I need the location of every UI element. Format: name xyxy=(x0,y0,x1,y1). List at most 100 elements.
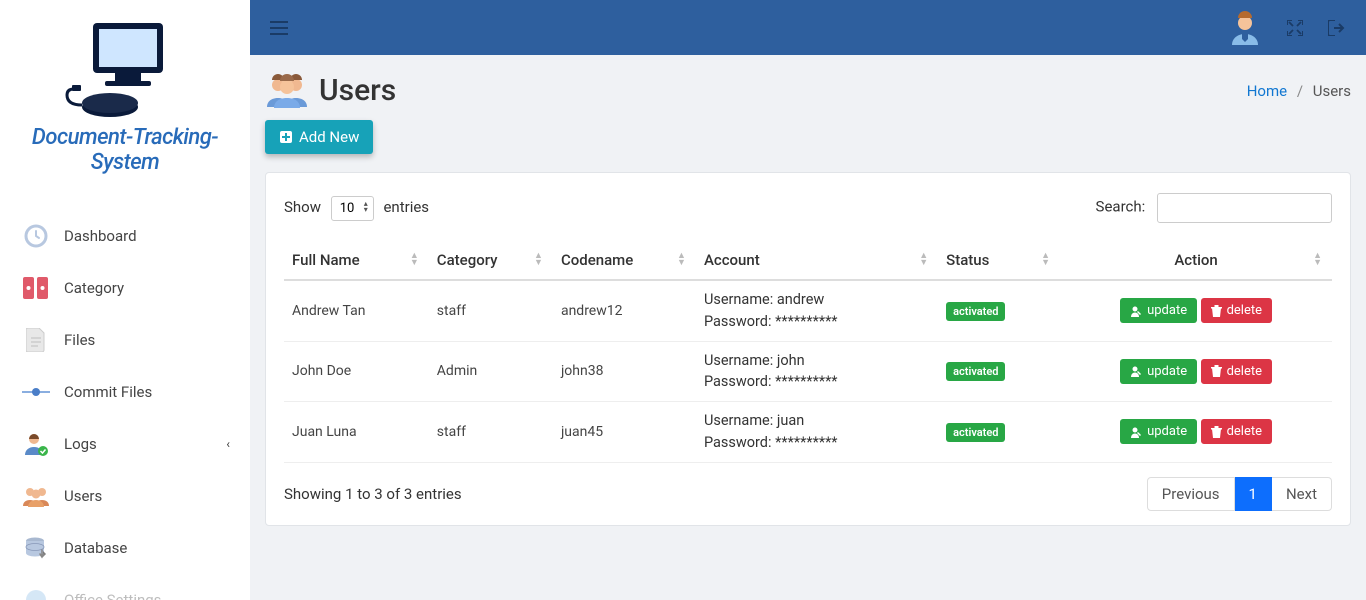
sidebar-item-commit-files[interactable]: Commit Files xyxy=(0,366,250,418)
users-table: Full Name▲▼ Category▲▼ Codename▲▼ Accoun… xyxy=(284,241,1332,463)
col-full-name[interactable]: Full Name▲▼ xyxy=(284,241,429,280)
sidebar-item-category[interactable]: Category xyxy=(0,262,250,314)
breadcrumb-home[interactable]: Home xyxy=(1247,82,1287,100)
update-button[interactable]: update xyxy=(1120,419,1197,444)
search-control: Search: xyxy=(1096,193,1332,223)
col-category[interactable]: Category▲▼ xyxy=(429,241,553,280)
sidebar-item-label: Office Settings xyxy=(64,591,161,600)
username-label: Username: xyxy=(704,412,773,429)
page-prev-button[interactable]: Previous xyxy=(1147,477,1235,511)
commit-icon xyxy=(22,378,50,406)
sidebar-item-label: Database xyxy=(64,539,127,557)
cell-full-name: Juan Luna xyxy=(284,402,429,463)
cell-codename: john38 xyxy=(553,341,696,402)
password-label: Password: xyxy=(704,373,772,390)
sidebar-item-database[interactable]: Database xyxy=(0,522,250,574)
user-edit-icon xyxy=(1130,365,1142,377)
cell-full-name: John Doe xyxy=(284,341,429,402)
breadcrumb-current: Users xyxy=(1313,82,1351,100)
fullscreen-icon[interactable] xyxy=(1287,20,1303,36)
delete-label: delete xyxy=(1227,424,1262,439)
col-account[interactable]: Account▲▼ xyxy=(696,241,938,280)
add-new-button[interactable]: Add New xyxy=(265,120,373,154)
menu-toggle-icon[interactable] xyxy=(270,21,288,35)
status-badge: activated xyxy=(946,423,1005,442)
cell-category: Admin xyxy=(429,341,553,402)
cell-full-name: Andrew Tan xyxy=(284,280,429,341)
password-label: Password: xyxy=(704,313,772,330)
file-icon xyxy=(22,326,50,354)
password-value: ********** xyxy=(775,373,837,390)
username-value: andrew xyxy=(777,291,824,308)
length-label-pre: Show xyxy=(284,198,321,216)
col-status[interactable]: Status▲▼ xyxy=(938,241,1060,280)
sidebar-item-label: Files xyxy=(64,331,95,349)
sort-icon: ▲▼ xyxy=(410,253,419,267)
table-row: Andrew Tanstaffandrew12Username: andrewP… xyxy=(284,280,1332,341)
clock-icon xyxy=(22,222,50,250)
cell-status: activated xyxy=(938,402,1060,463)
cell-codename: juan45 xyxy=(553,402,696,463)
table-row: John DoeAdminjohn38Username: johnPasswor… xyxy=(284,341,1332,402)
trash-icon xyxy=(1211,426,1222,438)
showing-info: Showing 1 to 3 of 3 entries xyxy=(284,485,462,503)
cell-action: update delete xyxy=(1060,280,1332,341)
trash-icon xyxy=(1211,365,1222,377)
page-number-button[interactable]: 1 xyxy=(1235,477,1272,511)
table-row: Juan Lunastaffjuan45Username: juanPasswo… xyxy=(284,402,1332,463)
username-value: juan xyxy=(777,412,804,429)
sidebar-item-dashboard[interactable]: Dashboard xyxy=(0,210,250,262)
delete-button[interactable]: delete xyxy=(1201,298,1272,323)
cell-codename: andrew12 xyxy=(553,280,696,341)
users-icon xyxy=(22,482,50,510)
sidebar-item-label: Users xyxy=(64,487,102,505)
sidebar-item-label: Commit Files xyxy=(64,383,152,401)
password-value: ********** xyxy=(775,313,837,330)
main-area: Users Home / Users Add New Show 10 xyxy=(250,0,1366,600)
search-input[interactable] xyxy=(1157,193,1332,223)
sidebar: Document-Tracking-System Dashboard Categ… xyxy=(0,0,250,600)
cell-account: Username: juanPassword: ********** xyxy=(696,402,938,463)
page-next-button[interactable]: Next xyxy=(1272,477,1332,511)
length-select[interactable]: 10 xyxy=(331,196,374,221)
sidebar-item-logs[interactable]: Logs ‹ xyxy=(0,418,250,470)
app-name: Document-Tracking-System xyxy=(5,125,245,175)
delete-button[interactable]: delete xyxy=(1201,359,1272,384)
plus-icon xyxy=(279,130,293,144)
col-action[interactable]: Action▲▼ xyxy=(1060,241,1332,280)
category-icon xyxy=(22,274,50,302)
cell-account: Username: johnPassword: ********** xyxy=(696,341,938,402)
logout-icon[interactable] xyxy=(1328,20,1346,36)
password-label: Password: xyxy=(704,434,772,451)
username-label: Username: xyxy=(704,352,773,369)
delete-button[interactable]: delete xyxy=(1201,419,1272,444)
sidebar-nav: Dashboard Category Files Commit Files Lo… xyxy=(0,195,250,600)
users-table-card: Show 10 ▴▾ entries Search: xyxy=(265,172,1351,526)
sidebar-item-files[interactable]: Files xyxy=(0,314,250,366)
update-label: update xyxy=(1147,424,1187,439)
col-codename[interactable]: Codename▲▼ xyxy=(553,241,696,280)
breadcrumb-separator: / xyxy=(1297,82,1303,100)
trash-icon xyxy=(1211,305,1222,317)
page-title: Users xyxy=(319,73,396,108)
username-label: Username: xyxy=(704,291,773,308)
sort-icon: ▲▼ xyxy=(677,253,686,267)
add-new-label: Add New xyxy=(299,128,359,146)
sort-icon: ▲▼ xyxy=(1041,253,1050,267)
update-button[interactable]: update xyxy=(1120,359,1197,384)
user-avatar[interactable] xyxy=(1228,11,1262,45)
sidebar-item-label: Dashboard xyxy=(64,227,137,245)
update-button[interactable]: update xyxy=(1120,298,1197,323)
app-logo-icon xyxy=(55,15,195,125)
chevron-left-icon: ‹ xyxy=(226,437,230,451)
sidebar-item-label: Logs xyxy=(64,435,97,453)
update-label: update xyxy=(1147,364,1187,379)
cell-status: activated xyxy=(938,280,1060,341)
sidebar-item-users[interactable]: Users xyxy=(0,470,250,522)
cell-action: update delete xyxy=(1060,341,1332,402)
sort-icon: ▲▼ xyxy=(534,253,543,267)
status-badge: activated xyxy=(946,302,1005,321)
status-badge: activated xyxy=(946,362,1005,381)
database-icon xyxy=(22,534,50,562)
sidebar-item-office-settings[interactable]: Office Settings xyxy=(0,574,250,600)
